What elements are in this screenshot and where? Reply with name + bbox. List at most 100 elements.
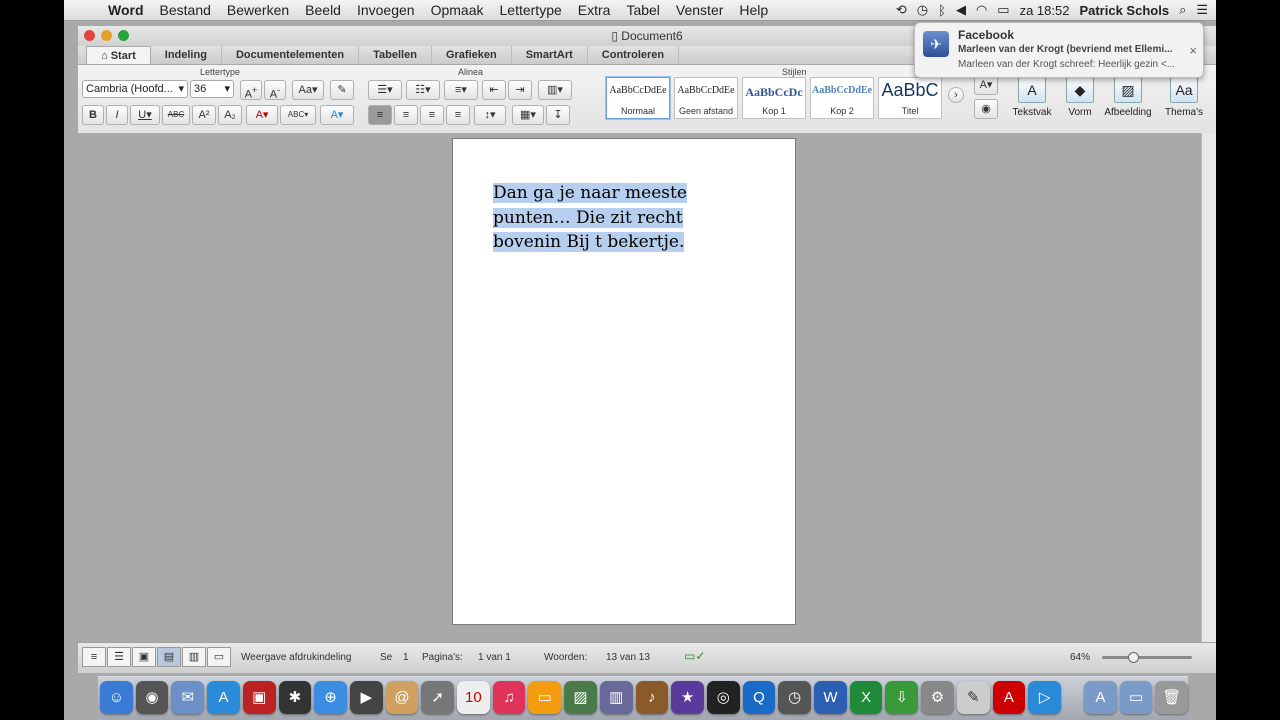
tab-grafieken[interactable]: Grafieken xyxy=(432,46,512,64)
italic-button[interactable]: I xyxy=(106,105,128,125)
mission-control-icon[interactable]: ✱ xyxy=(278,681,312,714)
menu-bestand[interactable]: Bestand xyxy=(152,2,219,18)
document-page[interactable]: Dan ga je naar meeste punten… Die zit re… xyxy=(452,138,796,625)
tab-smartart[interactable]: SmartArt xyxy=(512,46,588,64)
underline-button[interactable]: U▾ xyxy=(130,105,160,125)
video-chat-icon[interactable]: ▷ xyxy=(1028,681,1061,714)
font-name-select[interactable]: Cambria (Hoofd... ▾ xyxy=(82,80,188,98)
battery-icon[interactable]: ▭ xyxy=(997,2,1009,18)
quicktime-icon[interactable]: Q xyxy=(742,681,776,714)
decrease-indent-button[interactable]: ⇤ xyxy=(482,80,506,100)
focus-view-icon[interactable]: ▭ xyxy=(207,647,231,667)
subscript-button[interactable]: A₂ xyxy=(218,105,242,125)
draft-view-icon[interactable]: ≡ xyxy=(82,647,106,667)
styles-more-arrow-icon[interactable]: › xyxy=(948,87,964,103)
align-left-button[interactable]: ≡ xyxy=(368,105,392,125)
imovie-icon[interactable]: ★ xyxy=(671,681,704,714)
grow-font-button[interactable]: A+ xyxy=(240,80,262,101)
text-edit-icon[interactable]: ✎ xyxy=(956,681,990,714)
launchpad-icon[interactable]: ➚ xyxy=(421,681,455,714)
tab-indeling[interactable]: Indeling xyxy=(151,46,222,64)
trash-icon[interactable]: 🗑 xyxy=(1155,681,1189,714)
menu-opmaak[interactable]: Opmaak xyxy=(423,2,492,18)
safari-icon[interactable]: ⊕ xyxy=(314,681,347,714)
numbering-button[interactable]: ☷▾ xyxy=(406,80,440,100)
menu-help[interactable]: Help xyxy=(731,2,776,18)
iphoto-icon[interactable]: ▨ xyxy=(564,681,597,714)
documents-folder-icon[interactable]: ▭ xyxy=(1119,681,1153,714)
sort-button[interactable]: ↧ xyxy=(546,105,570,125)
text-styles-button[interactable]: A▾ xyxy=(974,75,998,95)
menu-tabel[interactable]: Tabel xyxy=(618,2,667,18)
acrobat-icon[interactable]: A xyxy=(992,681,1026,714)
selected-text[interactable]: Dan ga je naar meeste punten… Die zit re… xyxy=(493,183,687,252)
style-geen-afstand[interactable]: AaBbCcDdEe Geen afstand xyxy=(674,77,738,119)
wifi-icon[interactable]: ◠ xyxy=(976,2,987,18)
ibooks-icon[interactable]: ▭ xyxy=(528,681,562,714)
mail-icon[interactable]: ✉ xyxy=(171,681,205,714)
dvd-player-icon[interactable]: ◎ xyxy=(706,681,740,714)
photo-booth-icon[interactable]: ▣ xyxy=(242,681,276,714)
spelling-check-icon[interactable]: ▭✓ xyxy=(684,649,705,663)
menu-venster[interactable]: Venster xyxy=(668,2,731,18)
shape-button[interactable]: ◆ Vorm xyxy=(1060,77,1100,118)
app-store-icon[interactable]: A xyxy=(207,681,240,714)
tab-tabellen[interactable]: Tabellen xyxy=(359,46,432,64)
finder-icon[interactable]: ☺ xyxy=(100,681,133,714)
menu-bewerken[interactable]: Bewerken xyxy=(219,2,297,18)
borders-button[interactable]: ▦▾ xyxy=(512,105,544,125)
menu-beeld[interactable]: Beeld xyxy=(297,2,349,18)
justify-button[interactable]: ≡ xyxy=(446,105,470,125)
vertical-scrollbar[interactable] xyxy=(1201,133,1216,642)
menubar-user[interactable]: Patrick Schols xyxy=(1079,3,1169,18)
facetime-icon[interactable]: ▶ xyxy=(349,681,383,714)
change-case-button[interactable]: Aa▾ xyxy=(292,80,324,100)
menu-invoegen[interactable]: Invoegen xyxy=(349,2,423,18)
highlight-button[interactable]: ABC▾ xyxy=(280,105,316,125)
system-utility-icon[interactable]: ⚙ xyxy=(921,681,954,714)
notebook-view-icon[interactable]: ▥ xyxy=(182,647,206,667)
sync-icon[interactable]: ⟲ xyxy=(896,2,907,18)
tab-start[interactable]: ⌂ Start xyxy=(86,46,151,64)
time-machine-icon[interactable]: ◷ xyxy=(917,2,928,18)
font-color-button[interactable]: A▾ xyxy=(246,105,278,125)
text-effects-button[interactable]: A▾ xyxy=(320,105,354,125)
dashboard-icon[interactable]: ◉ xyxy=(135,681,169,714)
publishing-view-icon[interactable]: ▣ xyxy=(132,647,156,667)
font-size-select[interactable]: 36 ▾ xyxy=(190,80,234,98)
columns-button[interactable]: ▥▾ xyxy=(538,80,572,100)
zoom-slider-knob[interactable] xyxy=(1128,652,1139,663)
excel-icon[interactable]: X xyxy=(849,681,883,714)
outline-view-icon[interactable]: ☰ xyxy=(107,647,131,667)
line-spacing-button[interactable]: ↕▾ xyxy=(474,105,506,125)
styles-pane-button[interactable]: ◉ xyxy=(974,99,998,119)
style-normaal[interactable]: AaBbCcDdEe Normaal xyxy=(606,77,670,119)
themes-button[interactable]: Aa Thema's xyxy=(1162,77,1206,118)
print-layout-view-icon[interactable]: ▤ xyxy=(157,647,181,667)
word-icon[interactable]: W xyxy=(814,681,847,714)
document-body-text[interactable]: Dan ga je naar meeste punten… Die zit re… xyxy=(493,181,693,255)
style-kop-2[interactable]: AaBbCcDdEe Kop 2 xyxy=(810,77,874,119)
align-center-button[interactable]: ≡ xyxy=(394,105,418,125)
notification-center-icon[interactable]: ☰ xyxy=(1196,2,1208,18)
menu-lettertype[interactable]: Lettertype xyxy=(492,2,570,18)
shrink-font-button[interactable]: A- xyxy=(264,80,286,101)
clear-formatting-button[interactable]: ✎ xyxy=(330,80,354,100)
textbox-button[interactable]: A Tekstvak xyxy=(1010,77,1054,118)
notification-close-icon[interactable]: × xyxy=(1189,43,1197,58)
zoom-slider[interactable] xyxy=(1102,652,1192,663)
spotlight-search-icon[interactable]: ⌕ xyxy=(1179,2,1186,18)
bluetooth-icon[interactable]: ᛒ xyxy=(938,3,946,18)
calendar-icon[interactable]: 10 xyxy=(457,681,490,714)
menu-extra[interactable]: Extra xyxy=(570,2,619,18)
menubar-clock[interactable]: za 18:52 xyxy=(1020,3,1070,18)
multilevel-list-button[interactable]: ≡▾ xyxy=(444,80,478,100)
contacts-icon[interactable]: @ xyxy=(385,681,419,714)
increase-indent-button[interactable]: ⇥ xyxy=(508,80,532,100)
strikethrough-button[interactable]: ABC xyxy=(162,105,190,125)
garageband-icon[interactable]: ♪ xyxy=(635,681,669,714)
picture-button[interactable]: ▨ Afbeelding xyxy=(1102,77,1154,118)
itunes-icon[interactable]: ♫ xyxy=(492,681,526,714)
downloader-icon[interactable]: ⇩ xyxy=(885,681,919,714)
bullets-button[interactable]: ☰▾ xyxy=(368,80,402,100)
